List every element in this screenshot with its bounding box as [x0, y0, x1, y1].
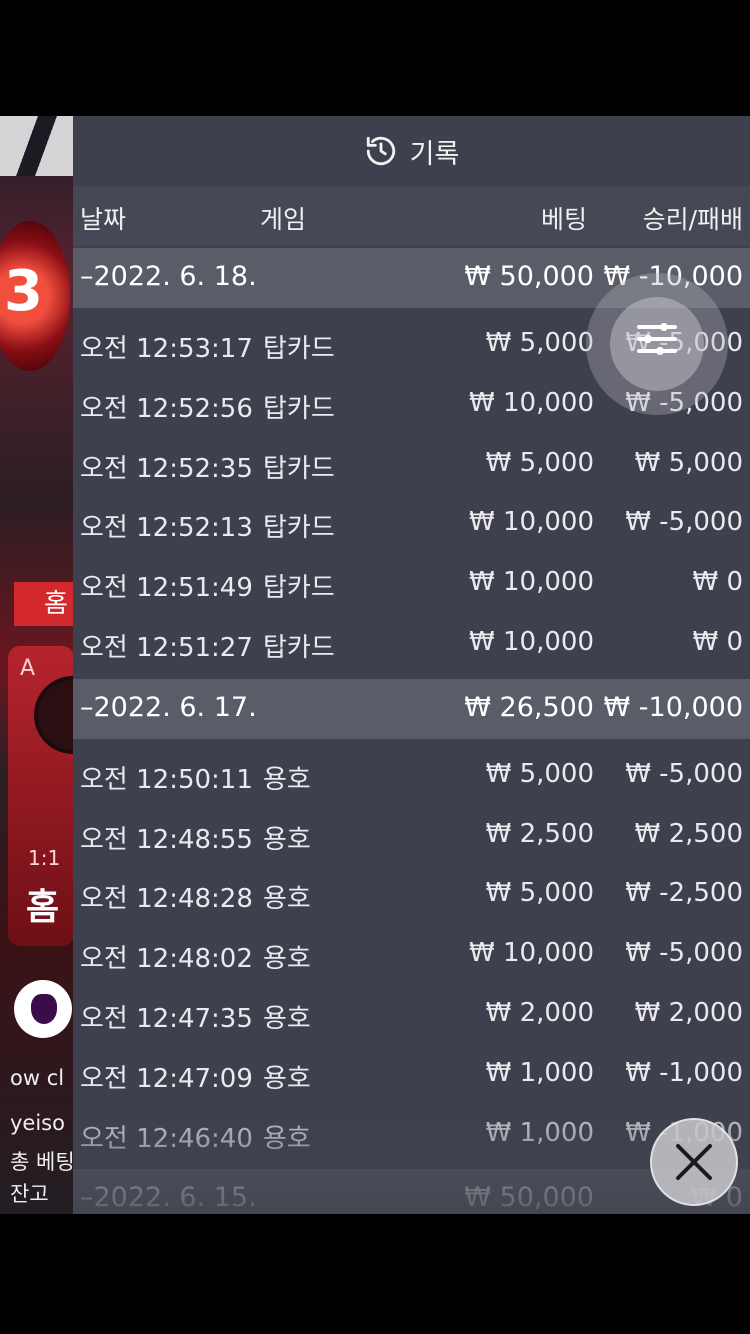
ball-graphic: 3 [0, 221, 70, 371]
row-time: 오전 12:51:49 [80, 573, 253, 604]
row-result: ₩ 0 [692, 627, 743, 657]
history-row[interactable]: 오전 12:51:27 탑카드 ₩ 10,000 ₩ 0 [73, 613, 750, 673]
row-game: 탑카드 [263, 633, 335, 663]
history-screen: 3 홈 A 1:1 홈 ow cl yeiso 총 베팅 잔고 기록 날짜 게임… [0, 116, 750, 1214]
row-game: 용호 [263, 1004, 311, 1034]
row-time: 오전 12:48:28 [80, 884, 253, 915]
group-date: –2022. 6. 15. [80, 1182, 257, 1214]
row-game: 용호 [263, 764, 311, 795]
row-time: 오전 12:52:13 [80, 513, 253, 544]
row-result: ₩ 2,500 [634, 818, 743, 849]
history-row[interactable]: 오전 12:48:28 용호 ₩ 5,000 ₩ -2,500 [73, 864, 750, 924]
row-bet: ₩ 10,000 [469, 627, 594, 657]
group-total-result: ₩ -10,000 [603, 691, 744, 723]
history-row[interactable]: 오전 12:46:40용호₩ 1,000₩ -1,000 [73, 1104, 750, 1164]
row-result: ₩ 5,000 [634, 447, 743, 478]
card-label: A [20, 656, 36, 681]
column-bet: 베팅 [540, 205, 587, 234]
row-bet: ₩ 5,000 [485, 758, 594, 789]
row-bet: ₩ 10,000 [469, 387, 594, 418]
row-time: 오전 12:47:35 [80, 1004, 253, 1034]
date-group-row[interactable]: –2022. 6. 15.₩ 50,000₩ 0 [73, 1169, 750, 1214]
row-time: 오전 12:46:40 [80, 1123, 253, 1154]
row-time: 오전 12:50:11 [80, 764, 253, 795]
row-result: ₩ -5,000 [625, 758, 743, 789]
row-bet: ₩ 1,000 [485, 1057, 594, 1088]
group-date: –2022. 6. 18. [80, 261, 257, 292]
history-row[interactable]: 오전 12:52:13 탑카드 ₩ 10,000 ₩ -5,000 [73, 493, 750, 553]
row-game: 용호 [263, 1123, 311, 1154]
history-row[interactable]: 오전 12:51:49 탑카드 ₩ 10,000 ₩ 0 [73, 553, 750, 613]
user-line: yeiso [10, 1111, 65, 1135]
balance-line: 잔고 [10, 1182, 49, 1206]
row-bet: ₩ 5,000 [485, 878, 594, 909]
history-row[interactable]: 오전 12:50:11 용호 ₩ 5,000 ₩ -5,000 [73, 745, 750, 805]
row-time: 오전 12:53:17 [80, 334, 253, 364]
row-result: ₩ -5,000 [625, 507, 743, 538]
history-icon [366, 136, 395, 166]
row-time: 오전 12:51:27 [80, 633, 253, 663]
row-result: ₩ -2,500 [625, 878, 743, 909]
panel-header: 기록 [73, 116, 750, 186]
date-group-row[interactable]: –2022. 6. 17. ₩ 26,500 ₩ -10,000 [73, 678, 750, 739]
home-tag: 홈 [14, 582, 73, 626]
card-ratio: 1:1 [28, 846, 61, 870]
row-bet: ₩ 5,000 [485, 447, 594, 478]
row-result: ₩ -5,000 [625, 938, 743, 969]
row-game: 용호 [263, 1063, 311, 1094]
column-date: 날짜 [80, 205, 127, 234]
history-row[interactable]: 오전 12:52:35 탑카드 ₩ 5,000 ₩ 5,000 [73, 434, 750, 494]
close-icon[interactable] [674, 1142, 714, 1182]
row-time: 오전 12:52:56 [80, 393, 253, 424]
row-time: 오전 12:47:09 [80, 1063, 253, 1094]
row-bet: ₩ 5,000 [485, 328, 594, 358]
row-result: ₩ 0 [692, 567, 743, 598]
panel-title: 기록 [409, 138, 460, 170]
row-time: 오전 12:52:35 [80, 453, 253, 484]
row-time: 오전 12:48:55 [80, 824, 253, 855]
chat-line: ow cl [10, 1066, 65, 1090]
row-result: ₩ -1,000 [625, 1057, 743, 1088]
group-total-bet: ₩ 50,000 [464, 1182, 594, 1214]
card-home: 홈 [26, 887, 60, 928]
history-row[interactable]: 오전 12:47:35 용호 ₩ 2,000 ₩ 2,000 [73, 984, 750, 1044]
row-game: 탑카드 [263, 513, 335, 544]
column-result: 승리/패배 [642, 205, 743, 234]
row-game: 탑카드 [263, 334, 335, 364]
row-game: 용호 [263, 884, 311, 915]
row-bet: ₩ 10,000 [469, 938, 594, 969]
row-game: 용호 [263, 944, 311, 975]
history-row[interactable]: 오전 12:48:02 용호 ₩ 10,000 ₩ -5,000 [73, 924, 750, 984]
row-result: ₩ 2,000 [634, 998, 743, 1028]
row-game: 탑카드 [263, 393, 335, 424]
filter-icon[interactable] [636, 322, 678, 356]
home-tag-label: 홈 [44, 589, 68, 619]
history-row[interactable]: 오전 12:47:09 용호 ₩ 1,000 ₩ -1,000 [73, 1044, 750, 1104]
ball-number: 3 [4, 259, 43, 324]
column-game: 게임 [260, 205, 307, 234]
bet-card: A 1:1 홈 [8, 646, 73, 946]
game-background: 3 홈 A 1:1 홈 ow cl yeiso 총 베팅 잔고 [0, 116, 73, 1214]
row-bet: ₩ 10,000 [469, 507, 594, 538]
row-bet: ₩ 10,000 [469, 567, 594, 598]
row-game: 탑카드 [263, 453, 335, 484]
group-total-bet: ₩ 50,000 [464, 261, 594, 292]
total-bet-line: 총 베팅 [10, 1150, 73, 1174]
row-game: 용호 [263, 824, 311, 855]
row-bet: ₩ 1,000 [485, 1117, 594, 1148]
close-button[interactable] [650, 1118, 738, 1206]
history-row[interactable]: 오전 12:48:55 용호 ₩ 2,500 ₩ 2,500 [73, 805, 750, 865]
row-bet: ₩ 2,000 [485, 998, 594, 1028]
league-logo-icon [14, 980, 72, 1038]
group-total-bet: ₩ 26,500 [464, 691, 594, 723]
background-stripe [0, 116, 73, 176]
column-headers: 날짜 게임 베팅 승리/패배 [73, 186, 750, 246]
card-ring [34, 676, 73, 754]
group-date: –2022. 6. 17. [80, 691, 257, 723]
row-time: 오전 12:48:02 [80, 944, 253, 975]
row-bet: ₩ 2,500 [485, 818, 594, 849]
row-game: 탑카드 [263, 573, 335, 604]
